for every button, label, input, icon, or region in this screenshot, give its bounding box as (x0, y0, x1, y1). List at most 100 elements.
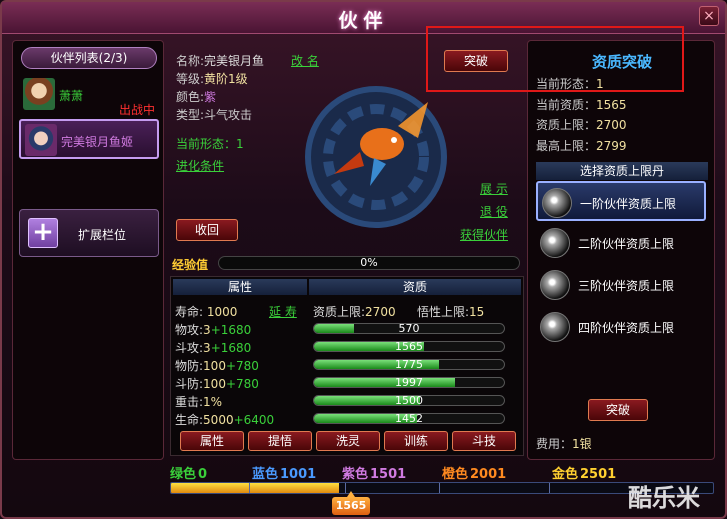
evolve-link[interactable]: 进化条件 (176, 157, 224, 174)
aptitude-bar: 1565 (313, 341, 505, 352)
stat-base: 5000 (203, 413, 234, 427)
stat-bonus: +1680 (210, 341, 252, 355)
aptitude-cap: 资质上限:2700 (313, 303, 396, 320)
pill-icon (540, 312, 570, 342)
form-value: 1 (236, 137, 244, 151)
stat-bonus: +780 (225, 359, 259, 373)
get-partner-link[interactable]: 获得伙伴 (460, 226, 508, 243)
plus-icon: + (28, 218, 58, 248)
tier-purple: 紫色 1501 (342, 463, 406, 482)
stat-row: 物攻:3+1680 (175, 321, 251, 338)
tier-tick (549, 483, 550, 493)
select-pill-header: 选择资质上限丹 (536, 162, 708, 180)
pill-item-tier-1[interactable]: 一阶伙伴资质上限 (536, 181, 706, 221)
tier-gold: 金色 2501 (552, 463, 616, 482)
info-type: 类型:斗气攻击 (176, 106, 252, 123)
stat-base: 3 (203, 323, 211, 337)
exp-label: 经验值 (172, 258, 209, 272)
stat-base: 100 (203, 377, 226, 391)
wisdom-cap: 悟性上限:15 (417, 303, 484, 320)
pill-item-tier-4[interactable]: 四阶伙伴资质上限 (536, 307, 706, 347)
fee-label: 费用： (536, 437, 573, 451)
stat-row: 物防:100+780 (175, 357, 259, 374)
info-name: 名称:完美银月鱼 (176, 52, 264, 69)
max-cap-line: 最高上限：2799 (536, 137, 627, 154)
stat-base: 3 (203, 341, 211, 355)
stat-label: 物防: (175, 359, 204, 373)
tab-attributes[interactable]: 属性 (180, 431, 244, 451)
partner-name: 萧萧 (59, 89, 84, 103)
current-form: 当前形态：1 (176, 135, 244, 152)
partner-name: 完美银月鱼姬 (61, 135, 134, 149)
partner-item-yinyue-yuji[interactable]: 完美银月鱼姬 (19, 119, 159, 159)
column-header-attr: 属性 (173, 279, 307, 295)
pill-label: 二阶伙伴资质上限 (578, 237, 675, 251)
tab-training[interactable]: 训练 (384, 431, 448, 451)
value: 1565 (596, 98, 627, 112)
stat-base: 1% (203, 395, 223, 409)
fee-line: 费用：1银 (536, 435, 592, 452)
pill-icon (542, 188, 572, 218)
close-button[interactable]: × (699, 6, 719, 26)
color-label: 颜色: (176, 90, 205, 104)
aptitude-cap-line: 资质上限：2700 (536, 116, 627, 133)
pill-label: 三阶伙伴资质上限 (578, 279, 675, 293)
tier-name: 绿色 (170, 467, 197, 482)
color-value: 紫 (204, 90, 217, 104)
exp-bar: 0% (218, 256, 520, 270)
stat-bonus: +6400 (233, 413, 275, 427)
type-label: 类型: (176, 108, 205, 122)
wisdom-value: 15 (469, 305, 485, 319)
tier-green: 绿色 0 (170, 463, 207, 482)
aptitude-bar-value: 1500 (395, 395, 423, 406)
extend-life-link[interactable]: 延 寿 (269, 303, 297, 320)
tier-name: 金色 (552, 467, 579, 482)
stat-row: 重击:1% (175, 393, 222, 410)
tab-wisdom[interactable]: 提悟 (248, 431, 312, 451)
partner-item-xiaoxiao[interactable]: 萧萧 出战中 (19, 75, 159, 117)
tab-fight-skill[interactable]: 斗技 (452, 431, 516, 451)
show-link[interactable]: 展 示 (480, 180, 508, 197)
rename-link[interactable]: 改 名 (291, 52, 319, 69)
tab-wash-spirit[interactable]: 洗灵 (316, 431, 380, 451)
name-label: 名称: (176, 54, 205, 68)
pill-label: 四阶伙伴资质上限 (578, 321, 675, 335)
highlight-box (426, 26, 684, 92)
tier-name: 橙色 (442, 467, 469, 482)
label: 资质上限： (536, 118, 597, 132)
recall-button[interactable]: 收回 (176, 219, 238, 241)
level-label: 等级: (176, 72, 205, 86)
aptitude-bar: 1775 (313, 359, 505, 370)
label: 最高上限： (536, 139, 597, 153)
watermark-logo: 酷乐米 (628, 484, 700, 512)
stat-label: 生命: (175, 413, 204, 427)
cap-label: 资质上限: (313, 305, 366, 319)
stat-label: 物攻: (175, 323, 204, 337)
tier-orange: 橙色 2001 (442, 463, 506, 482)
stat-row: 斗防:100+780 (175, 375, 259, 392)
type-value: 斗气攻击 (204, 108, 253, 122)
tier-value: 1501 (370, 467, 407, 482)
pill-item-tier-3[interactable]: 三阶伙伴资质上限 (536, 265, 706, 305)
fee-value: 1银 (572, 437, 592, 451)
aptitude-bar-value: 1452 (395, 413, 423, 424)
label: 当前资质： (536, 98, 597, 112)
form-label: 当前形态： (176, 137, 237, 151)
stat-bonus: +1680 (210, 323, 252, 337)
avatar (25, 124, 57, 156)
tier-value: 2001 (470, 467, 507, 482)
value: 2799 (596, 139, 627, 153)
stat-base: 100 (203, 359, 226, 373)
breakthrough-button[interactable]: 突破 (588, 399, 648, 421)
aptitude-bar-value: 1997 (395, 377, 423, 388)
stat-label: 斗攻: (175, 341, 204, 355)
pill-item-tier-2[interactable]: 二阶伙伴资质上限 (536, 223, 706, 263)
stat-label: 斗防: (175, 377, 204, 391)
expand-slot-button[interactable]: + 扩展栏位 (19, 209, 159, 257)
tier-name: 蓝色 (252, 467, 279, 482)
retire-link[interactable]: 退 役 (480, 203, 508, 220)
wisdom-label: 悟性上限: (417, 305, 470, 319)
pill-icon (540, 270, 570, 300)
stat-row: 斗攻:3+1680 (175, 339, 251, 356)
aptitude-bar: 1500 (313, 395, 505, 406)
